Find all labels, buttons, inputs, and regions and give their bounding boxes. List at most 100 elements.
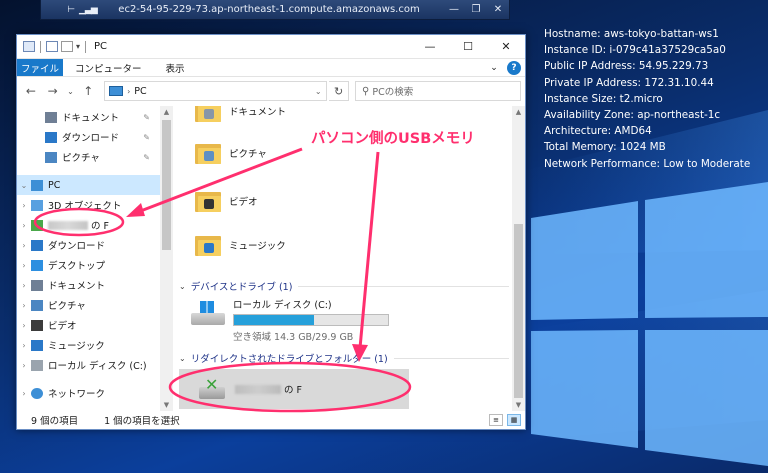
help-button[interactable]: ? — [507, 61, 521, 75]
folder-label: ドキュメント — [229, 107, 287, 118]
address-dropdown-icon[interactable]: ⌄ — [310, 87, 326, 96]
chevron-down-icon[interactable]: ⌄ — [179, 354, 186, 363]
expand-ribbon-icon[interactable]: ⌄ — [485, 59, 503, 76]
tab-computer[interactable]: コンピューター — [63, 59, 154, 76]
network-icon — [31, 387, 43, 399]
rdp-minimize-icon[interactable]: — — [443, 4, 465, 15]
chevron-right-icon[interactable]: › — [17, 341, 31, 350]
nav-item-label: ピクチャ — [62, 153, 100, 164]
chevron-right-icon[interactable]: › — [17, 201, 31, 210]
tab-view[interactable]: 表示 — [154, 59, 197, 76]
folder-item-music[interactable]: ミュージック — [195, 234, 286, 256]
chevron-right-icon[interactable]: › — [17, 281, 31, 290]
sidebar-item-3d-objects[interactable]: › 3D オブジェクト — [17, 195, 160, 215]
sidebar-item-downloads[interactable]: › ダウンロード — [17, 235, 160, 255]
scrollbar-thumb[interactable] — [514, 224, 523, 398]
folder-icon — [195, 106, 221, 122]
group-header-label: リダイレクトされたドライブとフォルダー (1) — [190, 354, 388, 365]
forward-arrow-icon[interactable]: → — [43, 84, 63, 98]
minimize-button[interactable]: — — [411, 35, 449, 59]
windows-drive-icon — [191, 301, 225, 327]
quick-access-item[interactable]: ダウンロード ✎ — [17, 127, 160, 147]
local-disk-c[interactable]: ローカル ディスク (C:) 空き領域 14.3 GB/29.9 GB — [191, 297, 389, 343]
sidebar-item-documents[interactable]: › ドキュメント — [17, 275, 160, 295]
new-folder-icon[interactable] — [61, 41, 73, 52]
pin-icon[interactable]: ⊢ — [63, 5, 79, 15]
sidebar-item-usb-drive[interactable]: › の F — [17, 215, 160, 235]
sidebar-item-desktop[interactable]: › デスクトップ — [17, 255, 160, 275]
folder-item-pictures[interactable]: ピクチャ — [195, 142, 267, 164]
nav-item-label: ビデオ — [48, 321, 77, 332]
quick-access-item[interactable]: ピクチャ ✎ — [17, 147, 160, 167]
scroll-down-icon[interactable]: ▼ — [160, 401, 173, 409]
close-button[interactable]: ✕ — [487, 35, 525, 59]
nav-pane-scrollbar[interactable]: ▲ ▼ — [160, 106, 173, 411]
quick-access-item[interactable]: ドキュメント ✎ — [17, 107, 160, 127]
tab-file[interactable]: ファイル — [17, 59, 63, 76]
recent-locations-icon[interactable]: ⌄ — [65, 87, 77, 96]
chevron-down-icon[interactable]: ⌄ — [17, 181, 31, 190]
pin-icon[interactable]: ✎ — [143, 113, 150, 122]
chevron-right-icon[interactable]: › — [17, 321, 31, 330]
scroll-up-icon[interactable]: ▲ — [512, 108, 525, 116]
3d-objects-icon — [31, 199, 43, 211]
file-explorer-window: ▾ PC — ☐ ✕ ファイル コンピューター 表示 ⌄ ? ← → ⌄ ↑ ›… — [16, 34, 526, 430]
up-arrow-icon[interactable]: ↑ — [78, 84, 98, 98]
address-bar[interactable]: › PC ⌄ — [104, 81, 328, 101]
chevron-right-icon[interactable]: › — [17, 241, 31, 250]
maximize-button[interactable]: ☐ — [449, 35, 487, 59]
customize-dropdown-icon[interactable]: ▾ — [76, 42, 80, 51]
search-icon: ⚲ — [362, 85, 370, 97]
local-disk-icon — [31, 359, 43, 371]
back-arrow-icon[interactable]: ← — [21, 84, 41, 98]
chevron-right-icon[interactable]: › — [17, 389, 31, 398]
quick-access-toolbar: ▾ — [17, 40, 88, 53]
net-drive-label: の F — [284, 385, 302, 396]
scrollbar-thumb[interactable] — [162, 120, 171, 250]
pin-icon[interactable]: ✎ — [143, 153, 150, 162]
devices-group-header[interactable]: ⌄ デバイスとドライブ (1) — [179, 279, 509, 293]
nav-item-label: の F — [91, 221, 109, 232]
folder-icon — [195, 234, 221, 256]
pictures-icon — [31, 299, 43, 311]
chevron-down-icon[interactable]: ⌄ — [179, 282, 186, 291]
navigation-bar: ← → ⌄ ↑ › PC ⌄ ↻ ⚲ PCの検索 — [17, 77, 525, 105]
bginfo-line: Public IP Address: 54.95.229.73 — [544, 60, 709, 73]
toolbar-separator — [40, 40, 41, 53]
properties-icon[interactable] — [46, 41, 58, 52]
folder-item-videos[interactable]: ビデオ — [195, 190, 258, 212]
scroll-down-icon[interactable]: ▼ — [512, 401, 525, 409]
folder-item-documents[interactable]: ドキュメント — [195, 106, 286, 122]
breadcrumb-chevron-icon[interactable]: › — [127, 87, 130, 96]
pin-icon[interactable]: ✎ — [143, 133, 150, 142]
documents-icon — [31, 279, 43, 291]
bginfo-line: Availability Zone: ap-northeast-1c — [544, 109, 721, 122]
search-input[interactable]: ⚲ PCの検索 — [355, 81, 522, 101]
details-view-icon[interactable]: ≡ — [489, 413, 503, 426]
rdp-host-name: ec2-54-95-229-73.ap-northeast-1.compute.… — [118, 4, 420, 15]
bginfo-line: Instance Size: t2.micro — [544, 92, 663, 105]
chevron-right-icon[interactable]: › — [17, 361, 31, 370]
address-text: PC — [134, 85, 147, 97]
main-pane-scrollbar[interactable]: ▲ ▼ — [512, 106, 525, 411]
nav-item-label: デスクトップ — [48, 261, 106, 272]
rdp-restore-icon[interactable]: ❐ — [465, 4, 487, 15]
scroll-up-icon[interactable]: ▲ — [160, 108, 173, 116]
sidebar-item-local-disk[interactable]: › ローカル ディスク (C:) — [17, 355, 160, 375]
chevron-right-icon[interactable]: › — [17, 301, 31, 310]
sidebar-item-pictures[interactable]: › ピクチャ — [17, 295, 160, 315]
sidebar-item-pc[interactable]: ⌄ PC — [17, 175, 160, 195]
tiles-view-icon[interactable]: ▦ — [507, 413, 521, 426]
chevron-right-icon[interactable]: › — [17, 261, 31, 270]
redirected-usb-drive[interactable]: ✕ の F — [179, 369, 409, 409]
nav-item-label: ローカル ディスク (C:) — [48, 361, 147, 372]
sidebar-item-music[interactable]: › ミュージック — [17, 335, 160, 355]
redirected-group-header[interactable]: ⌄ リダイレクトされたドライブとフォルダー (1) — [179, 351, 509, 365]
sidebar-item-videos[interactable]: › ビデオ — [17, 315, 160, 335]
nav-item-label: ピクチャ — [48, 301, 86, 312]
rdp-close-icon[interactable]: ✕ — [487, 4, 509, 15]
chevron-right-icon[interactable]: › — [17, 221, 31, 230]
refresh-icon[interactable]: ↻ — [329, 81, 350, 101]
sidebar-item-network[interactable]: › ネットワーク — [17, 383, 160, 403]
bginfo-line: Private IP Address: 172.31.10.44 — [544, 76, 714, 89]
